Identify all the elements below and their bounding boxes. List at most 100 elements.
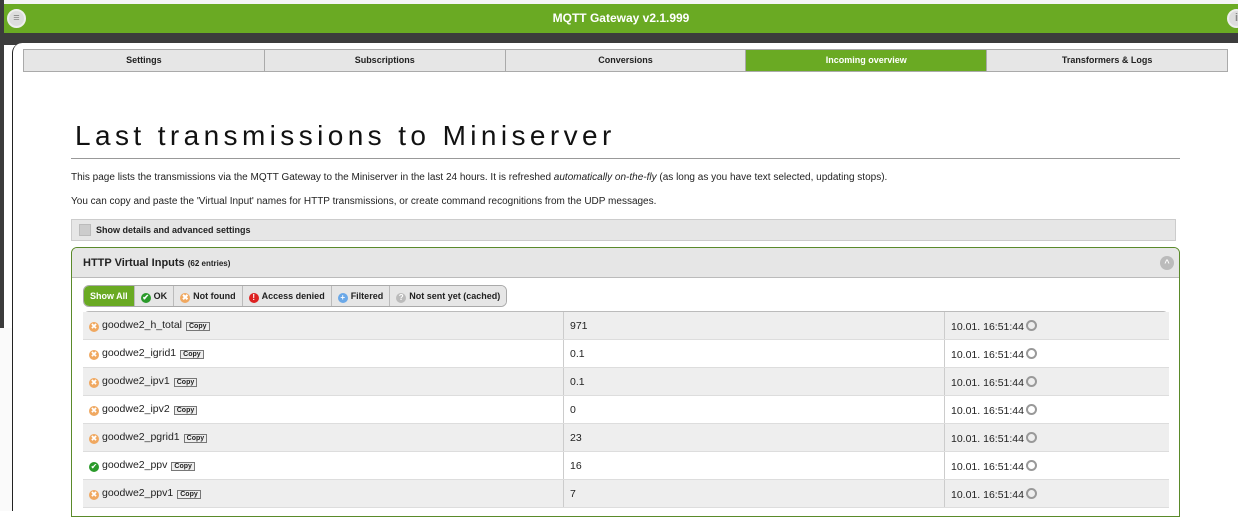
value-cell: 16 — [564, 452, 945, 479]
filter-label: OK — [153, 291, 168, 301]
virtual-input-name[interactable]: goodwe2_h_total — [102, 319, 182, 331]
virtual-input-name[interactable]: goodwe2_ipv1 — [102, 375, 170, 387]
panel-title: HTTP Virtual Inputs — [83, 257, 185, 269]
details-label: Show details and advanced settings — [96, 225, 251, 235]
table-row: ✖ goodwe2_h_total Copy 971 10.01. 16:51:44 — [83, 312, 1169, 340]
left-edge — [0, 0, 4, 330]
table-row: ✖ goodwe2_pgrid1 Copy 23 10.01. 16:51:44 — [83, 424, 1169, 452]
time-cell: 10.01. 16:51:44 — [945, 368, 1169, 395]
intro-text-2: You can copy and paste the 'Virtual Inpu… — [71, 196, 657, 207]
page-title: Last transmissions to Miniserver — [75, 120, 616, 151]
status-icon: ✖ — [180, 293, 191, 303]
time-cell: 10.01. 16:51:44 — [945, 452, 1169, 479]
status-filters: Show All ✔ OK ✖ Not found! Access denied + Filt… — [83, 285, 508, 307]
status-icon: + — [337, 293, 348, 303]
delete-icon[interactable] — [1025, 376, 1037, 387]
filter-filtered[interactable]: + Filtered — [331, 286, 391, 306]
virtual-input-name[interactable]: goodwe2_ipv2 — [102, 403, 170, 415]
copy-button[interactable]: Copy — [173, 378, 198, 387]
nav-tabs: Settings Subscriptions Conversions Incoming… — [23, 49, 1228, 72]
details-checkbox[interactable] — [79, 224, 91, 236]
details-toggle[interactable]: Show details and advanced settings — [71, 219, 1176, 241]
status-icon: ! — [248, 293, 259, 303]
delete-icon[interactable] — [1025, 432, 1037, 443]
copy-button[interactable]: Copy — [171, 462, 195, 471]
table-row: ✖ goodwe2_ipv1 Copy 0.1 10.01. 16:51:44 — [83, 368, 1169, 396]
name-cell: ✖ goodwe2_h_total Copy — [83, 312, 564, 339]
not-found-icon: ✖ — [89, 378, 99, 388]
entry-count: (62 entries) — [187, 259, 231, 268]
delete-icon[interactable] — [1025, 348, 1037, 359]
copy-button[interactable]: Copy — [186, 322, 210, 331]
filter-label: Not found — [193, 291, 236, 301]
copy-button[interactable]: Copy — [173, 406, 198, 415]
tab-transformers-logs[interactable]: Transformers & Logs — [987, 50, 1227, 71]
timestamp: 10.01. 16:51:44 — [951, 405, 1024, 417]
time-cell: 10.01. 16:51:44 — [945, 340, 1169, 367]
table-row: ✖ goodwe2_ppv1 Copy 7 10.01. 16:51:44 — [83, 480, 1169, 508]
time-cell: 10.01. 16:51:44 — [945, 480, 1169, 507]
virtual-input-name[interactable]: goodwe2_igrid1 — [102, 347, 176, 359]
filter-not-found[interactable]: ✖ Not found — [174, 286, 243, 306]
ok-icon: ✔ — [89, 462, 99, 472]
timestamp: 10.01. 16:51:44 — [951, 377, 1024, 389]
timestamp: 10.01. 16:51:44 — [951, 461, 1024, 473]
not-found-icon: ✖ — [89, 434, 99, 444]
virtual-input-name[interactable]: goodwe2_pgrid1 — [102, 431, 180, 443]
tab-settings[interactable]: Settings — [24, 50, 265, 71]
copy-button[interactable]: Copy — [180, 350, 204, 359]
timestamp: 10.01. 16:51:44 — [951, 433, 1024, 445]
timestamp: 10.01. 16:51:44 — [951, 489, 1024, 501]
value-cell: 0.1 — [564, 340, 945, 367]
name-cell: ✖ goodwe2_pgrid1 Copy — [83, 424, 564, 451]
not-found-icon: ✖ — [89, 406, 99, 416]
filter-access-denied[interactable]: ! Access denied — [242, 286, 332, 306]
not-found-icon: ✖ — [89, 322, 99, 332]
table-row: ✖ goodwe2_ipv2 Copy 0 10.01. 16:51:44 — [83, 396, 1169, 424]
filter-show-all[interactable]: Show All — [84, 286, 135, 306]
app-header: ≡ MQTT Gateway v2.1.999 i — [4, 4, 1238, 33]
delete-icon[interactable] — [1025, 404, 1037, 415]
status-icon: ? — [396, 293, 407, 303]
intro-text-1: This page lists the transmissions via th… — [71, 172, 888, 183]
tab-incoming-overview[interactable]: Incoming overview — [746, 50, 988, 71]
timestamp: 10.01. 16:51:44 — [951, 321, 1024, 333]
menu-icon[interactable]: ≡ — [7, 9, 26, 28]
filter-label: Show All — [90, 291, 128, 301]
status-icon: ✔ — [140, 293, 151, 303]
app-title: MQTT Gateway v2.1.999 — [552, 11, 690, 25]
filter-label: Access denied — [261, 291, 325, 301]
http-virtual-inputs-panel: HTTP Virtual Inputs (62 entries) ^ Show … — [71, 247, 1180, 517]
name-cell: ✖ goodwe2_ppv1 Copy — [83, 480, 564, 507]
filter-not-sent-yet-cached-[interactable]: ? Not sent yet (cached) — [390, 286, 507, 306]
value-cell: 0 — [564, 396, 945, 423]
timestamp: 10.01. 16:51:44 — [951, 349, 1024, 361]
transmissions-table: ✖ goodwe2_h_total Copy 971 10.01. 16:51:44 ✖ g… — [83, 311, 1169, 508]
info-icon[interactable]: i — [1227, 9, 1238, 28]
delete-icon[interactable] — [1025, 320, 1037, 331]
filter-ok[interactable]: ✔ OK — [134, 286, 175, 306]
table-row: ✖ goodwe2_igrid1 Copy 0.1 10.01. 16:51:44 — [83, 340, 1169, 368]
time-cell: 10.01. 16:51:44 — [945, 312, 1169, 339]
name-cell: ✔ goodwe2_ppv Copy — [83, 452, 564, 479]
value-cell: 971 — [564, 312, 945, 339]
virtual-input-name[interactable]: goodwe2_ppv1 — [102, 487, 173, 499]
virtual-input-name[interactable]: goodwe2_ppv — [102, 459, 167, 471]
name-cell: ✖ goodwe2_ipv2 Copy — [83, 396, 564, 423]
value-cell: 23 — [564, 424, 945, 451]
delete-icon[interactable] — [1025, 460, 1037, 471]
panel-header[interactable]: HTTP Virtual Inputs (62 entries) ^ — [72, 248, 1179, 278]
tab-conversions[interactable]: Conversions — [505, 50, 747, 71]
tab-subscriptions[interactable]: Subscriptions — [264, 50, 506, 71]
delete-icon[interactable] — [1025, 488, 1037, 499]
time-cell: 10.01. 16:51:44 — [945, 396, 1169, 423]
value-cell: 0.1 — [564, 368, 945, 395]
name-cell: ✖ goodwe2_ipv1 Copy — [83, 368, 564, 395]
time-cell: 10.01. 16:51:44 — [945, 424, 1169, 451]
copy-button[interactable]: Copy — [177, 490, 201, 499]
filter-label: Filtered — [350, 291, 384, 301]
divider — [71, 158, 1180, 159]
not-found-icon: ✖ — [89, 350, 99, 360]
copy-button[interactable]: Copy — [183, 434, 208, 443]
chevron-up-icon[interactable]: ^ — [1160, 256, 1174, 270]
